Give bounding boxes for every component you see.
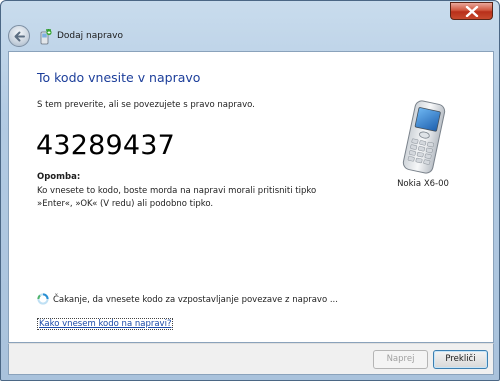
device-name: Nokia X6-00 — [397, 179, 449, 189]
note-title: Opomba: — [37, 172, 81, 182]
close-button[interactable] — [450, 2, 493, 20]
close-icon — [465, 6, 479, 17]
add-device-window: Dodaj napravo To kodo vnesite v napravo … — [0, 0, 500, 381]
title-bar: Dodaj napravo — [1, 21, 499, 51]
page-heading: To kodo vnesite v napravo — [37, 70, 201, 85]
cancel-button[interactable]: Prekliči — [433, 350, 488, 369]
status-text: Čakanje, da vnesete kodo za vzpostavljan… — [53, 295, 338, 305]
bluetooth-device-icon — [40, 29, 52, 45]
busy-spinner-icon — [37, 293, 49, 305]
mobile-phone-icon — [402, 100, 446, 174]
window-title: Dodaj napravo — [57, 31, 124, 41]
button-bar: Naprej Prekliči — [8, 343, 494, 375]
note-line: Ko vnesete to kodo, boste morda na napra… — [37, 186, 317, 196]
back-button[interactable] — [8, 25, 30, 47]
note-line: »Enter«, »OK« (V redu) ali podobno tipko… — [37, 199, 214, 209]
help-link[interactable]: Kako vnesem kodo na napravi? — [37, 318, 174, 330]
next-button[interactable]: Naprej — [373, 350, 428, 369]
page-description: S tem preverite, ali se povezujete s pra… — [37, 100, 255, 110]
note-text: Ko vnesete to kodo, boste morda na napra… — [37, 185, 327, 211]
pairing-code: 43289437 — [36, 130, 176, 161]
content-panel: To kodo vnesite v napravo S tem preverit… — [8, 51, 494, 343]
back-arrow-icon — [14, 31, 25, 42]
